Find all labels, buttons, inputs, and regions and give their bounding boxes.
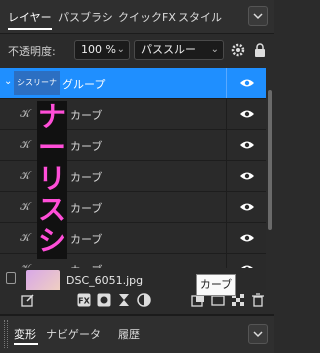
blend-mode-value: パススルー xyxy=(141,43,196,56)
layer-name: カーブ xyxy=(70,202,103,215)
layer-name: グループ xyxy=(62,78,106,91)
chevron-down-icon: ⌄ xyxy=(116,44,125,55)
image-layer-badge-icon xyxy=(6,272,16,284)
preview-char: ナ xyxy=(37,100,66,133)
edit-icon xyxy=(21,294,34,307)
curves-adjustment-icon: 𝒦 xyxy=(20,169,31,182)
preview-char: リ xyxy=(37,162,66,195)
panel-tab-bar: レイヤー パスブラシ クイックFX スタイル xyxy=(0,0,274,34)
blend-mode-select[interactable]: パススルー ⌄ xyxy=(134,40,224,60)
tab-history[interactable]: 履歴 xyxy=(118,326,140,342)
tab-transform[interactable]: 変形 xyxy=(14,326,36,342)
tab-style[interactable]: スタイル xyxy=(178,9,222,27)
preview-char: シ xyxy=(37,224,66,257)
opacity-field[interactable]: 100 % ⌄ xyxy=(74,40,130,60)
visibility-toggle[interactable] xyxy=(226,192,266,222)
layers-scrollbar[interactable] xyxy=(266,68,274,290)
adjustment-button[interactable] xyxy=(116,292,132,308)
layer-name: カーブ xyxy=(70,171,103,184)
gear-icon[interactable] xyxy=(230,42,246,58)
bottom-panel-tab-bar: 変形 ナビゲータ 履歴 xyxy=(0,316,274,353)
curves-adjustment-icon: 𝒦 xyxy=(20,231,31,244)
edit-layer-button[interactable] xyxy=(20,292,36,308)
text-layer-preview: ナ ー リ ス シ xyxy=(37,101,67,259)
eye-icon xyxy=(239,203,254,211)
eye-icon xyxy=(239,172,254,180)
lock-icon[interactable] xyxy=(252,42,268,58)
active-tab-underline xyxy=(8,28,52,30)
svg-text:FX: FX xyxy=(78,297,90,306)
active-tab-underline xyxy=(14,343,38,345)
group-thumbnail: シスリーナ xyxy=(14,71,60,95)
visibility-toggle[interactable] xyxy=(226,99,266,129)
layer-name: カーブ xyxy=(70,233,103,246)
visibility-toggle[interactable] xyxy=(226,223,266,253)
mask-icon xyxy=(97,293,111,307)
image-thumbnail xyxy=(26,270,60,290)
layer-row-group[interactable]: ⌄ シスリーナ グループ xyxy=(0,68,266,99)
half-circle-icon xyxy=(137,293,151,307)
chevron-down-icon: ⌄ xyxy=(210,44,219,55)
chevron-down-icon xyxy=(253,13,263,20)
panel-collapse-button[interactable] xyxy=(248,324,268,344)
curves-adjustment-icon: 𝒦 xyxy=(20,138,31,151)
chevron-down-icon xyxy=(253,331,263,338)
visibility-toggle[interactable] xyxy=(226,161,266,191)
layer-properties-bar: 不透明度: 100 % ⌄ パススルー ⌄ xyxy=(0,34,274,66)
eye-icon xyxy=(239,110,254,118)
trash-icon xyxy=(252,293,264,307)
hourglass-icon xyxy=(119,294,129,306)
preview-char: ー xyxy=(37,131,66,164)
expand-chevron-icon[interactable]: ⌄ xyxy=(4,76,12,87)
tab-path-brush[interactable]: パスブラシ xyxy=(58,9,113,27)
fx-icon: FX xyxy=(77,293,91,307)
layer-name: カーブ xyxy=(70,109,103,122)
delete-layer-button[interactable] xyxy=(250,292,266,308)
panel-collapse-button[interactable] xyxy=(248,6,268,26)
tab-quick-fx[interactable]: クイックFX xyxy=(118,9,176,27)
tab-layers[interactable]: レイヤー xyxy=(8,9,52,27)
mask-button[interactable] xyxy=(96,292,112,308)
scroll-thumb[interactable] xyxy=(268,90,272,230)
eye-icon xyxy=(239,79,254,87)
tab-navigator[interactable]: ナビゲータ xyxy=(46,326,101,342)
panel-gripper[interactable] xyxy=(4,320,8,348)
tooltip: カーブ xyxy=(196,274,236,296)
eye-icon xyxy=(239,234,254,242)
live-filter-button[interactable] xyxy=(136,292,152,308)
preview-char: ス xyxy=(37,193,66,226)
layer-name: カーブ xyxy=(70,140,103,153)
layer-name: DSC_6051.jpg xyxy=(66,274,144,287)
opacity-label: 不透明度: xyxy=(8,45,56,58)
fx-button[interactable]: FX xyxy=(76,292,92,308)
visibility-toggle[interactable] xyxy=(226,68,266,98)
eye-icon xyxy=(239,141,254,149)
opacity-value: 100 % xyxy=(81,43,116,56)
curves-adjustment-icon: 𝒦 xyxy=(20,200,31,213)
visibility-toggle[interactable] xyxy=(226,130,266,160)
curves-adjustment-icon: 𝒦 xyxy=(20,107,31,120)
